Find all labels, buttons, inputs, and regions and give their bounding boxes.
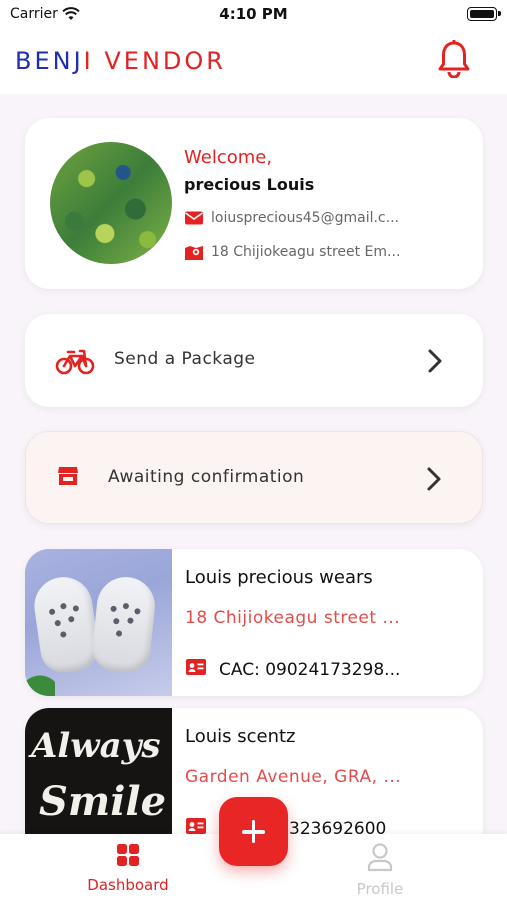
app-header: BENJI VENDOR xyxy=(0,30,507,94)
dashboard-icon xyxy=(115,844,141,872)
store-address: 18 Chijiokeagu street ... xyxy=(185,608,401,628)
chevron-right-icon xyxy=(427,348,443,378)
battery-icon xyxy=(467,7,501,21)
cac-text: CAC: 09024173298... xyxy=(219,659,401,680)
id-card-icon xyxy=(185,658,207,681)
add-button[interactable] xyxy=(219,797,288,866)
welcome-text: Welcome, xyxy=(184,147,273,168)
person-icon xyxy=(366,843,394,876)
image-caption: Smile xyxy=(39,778,167,825)
email-text: loiusprecious45@gmail.c... xyxy=(211,210,399,226)
brand-logo: BENJI VENDOR xyxy=(15,47,226,75)
main-content: Welcome, precious Louis loiusprecious45@… xyxy=(0,94,507,834)
plant-decoration xyxy=(25,656,55,696)
tab-dashboard[interactable]: Dashboard xyxy=(68,842,188,894)
store-name: Louis precious wears xyxy=(185,567,373,588)
tab-dashboard-label: Dashboard xyxy=(87,876,169,894)
store-card[interactable]: Louis precious wears 18 Chijiokeagu stre… xyxy=(25,549,483,696)
cac-text: 323692600 xyxy=(289,818,387,835)
status-bar: Carrier 4:10 PM xyxy=(0,0,507,30)
chevron-right-icon xyxy=(426,466,442,496)
mail-icon xyxy=(184,210,204,226)
map-icon xyxy=(184,244,204,260)
id-card-icon xyxy=(185,817,207,834)
croc-shoe xyxy=(90,574,158,675)
email-row: loiusprecious45@gmail.c... xyxy=(184,210,414,226)
store-address: Garden Avenue, GRA, ... xyxy=(185,767,402,787)
profile-card: Welcome, precious Louis loiusprecious45@… xyxy=(25,118,483,289)
awaiting-confirmation-button[interactable]: Awaiting confirmation xyxy=(25,431,483,524)
bicycle-icon xyxy=(55,346,95,380)
store-name: Louis scentz xyxy=(185,726,296,747)
bell-icon[interactable] xyxy=(437,39,471,82)
store-icon xyxy=(56,464,80,492)
brand-part-1: BENJ xyxy=(15,47,84,75)
store-image xyxy=(25,549,172,696)
awaiting-confirmation-label: Awaiting confirmation xyxy=(108,467,305,487)
brand-part-2: I VENDOR xyxy=(83,47,226,75)
address-row: 18 Chijiokeagu street Em... xyxy=(184,244,414,260)
clock: 4:10 PM xyxy=(219,5,288,23)
store-image: Always Smile xyxy=(25,708,172,834)
tab-profile-label: Profile xyxy=(356,880,404,898)
user-name: precious Louis xyxy=(184,175,315,194)
tab-profile[interactable]: Profile xyxy=(320,842,440,898)
store-cac: CAC: 09024173298... xyxy=(185,658,400,681)
send-package-button[interactable]: Send a Package xyxy=(25,314,483,407)
send-package-label: Send a Package xyxy=(114,349,256,369)
address-text: 18 Chijiokeagu street Em... xyxy=(211,244,401,260)
avatar[interactable] xyxy=(50,142,172,264)
image-caption: Always xyxy=(31,726,161,766)
